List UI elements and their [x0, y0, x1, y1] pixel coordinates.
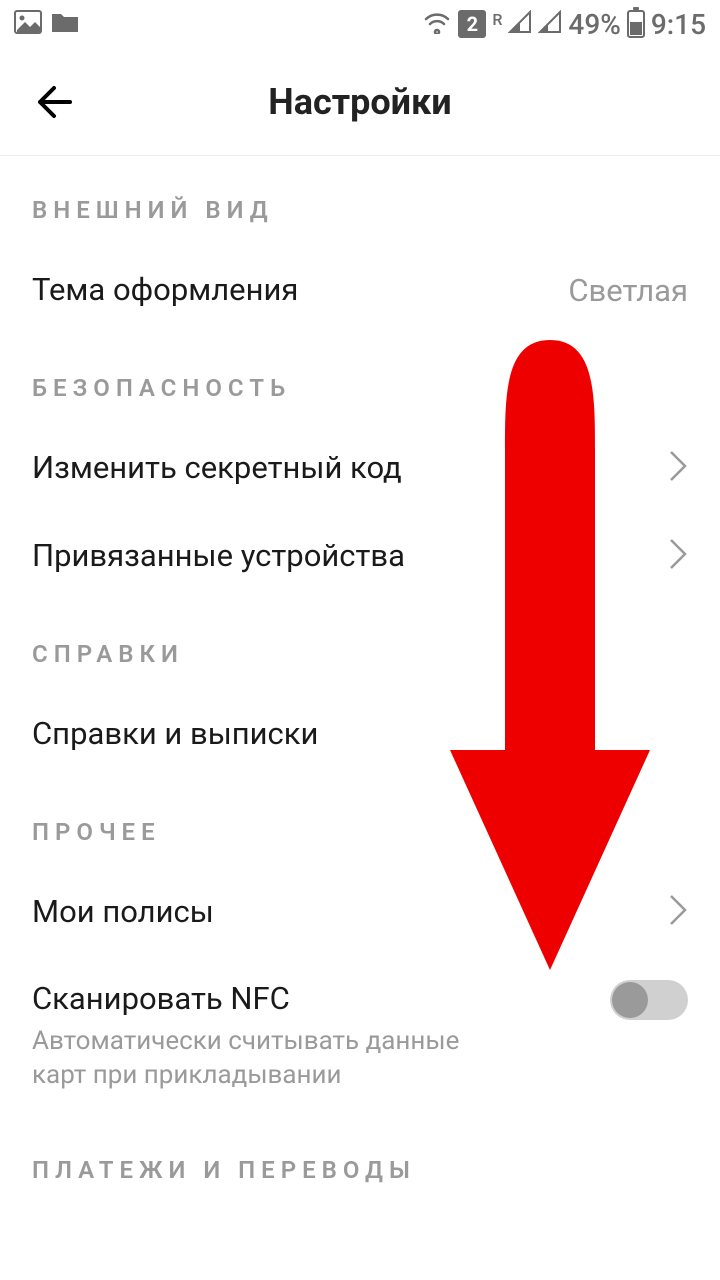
section-appearance: ВНЕШНИЙ ВИД [0, 156, 720, 246]
signal-icon-2 [538, 8, 562, 41]
row-label: Сканировать NFC [32, 980, 502, 1019]
page-title: Настройки [268, 81, 451, 123]
section-security: БЕЗОПАСНОСТЬ [0, 334, 720, 424]
row-subtitle: Автоматически считывать данные карт при … [32, 1025, 502, 1093]
section-other: ПРОЧЕЕ [0, 778, 720, 868]
row-devices[interactable]: Привязанные устройства [0, 512, 720, 600]
row-theme[interactable]: Тема оформления Светлая [0, 246, 720, 334]
row-label: Справки и выписки [32, 715, 318, 754]
row-label: Изменить секретный код [32, 449, 402, 488]
sim-badge: 2 [458, 10, 486, 38]
folder-icon [50, 8, 80, 41]
row-nfc[interactable]: Сканировать NFC Автоматически считывать … [0, 956, 720, 1116]
nfc-toggle[interactable] [610, 980, 688, 1020]
app-header: Настройки [0, 48, 720, 156]
section-payments: ПЛАТЕЖИ И ПЕРЕВОДЫ [0, 1116, 720, 1184]
settings-list[interactable]: ВНЕШНИЙ ВИД Тема оформления Светлая БЕЗО… [0, 156, 720, 1184]
chevron-right-icon [668, 537, 688, 575]
wifi-icon [422, 8, 452, 41]
image-icon [14, 8, 42, 41]
signal-icon [508, 8, 532, 41]
row-label: Привязанные устройства [32, 537, 405, 576]
row-policies[interactable]: Мои полисы [0, 868, 720, 956]
chevron-right-icon [668, 893, 688, 931]
row-label: Тема оформления [32, 271, 298, 310]
clock: 9:15 [651, 8, 706, 41]
status-bar: 2 R 49% 9:15 [0, 0, 720, 48]
battery-percent: 49% [568, 8, 620, 41]
row-value: Светлая [568, 272, 688, 309]
arrow-left-icon [34, 82, 74, 122]
section-references: СПРАВКИ [0, 600, 720, 690]
battery-icon [627, 10, 645, 38]
back-button[interactable] [30, 78, 78, 126]
row-change-code[interactable]: Изменить секретный код [0, 424, 720, 512]
chevron-right-icon [668, 449, 688, 487]
roaming-label: R [492, 10, 502, 29]
row-statements[interactable]: Справки и выписки [0, 690, 720, 778]
row-label: Мои полисы [32, 893, 214, 932]
